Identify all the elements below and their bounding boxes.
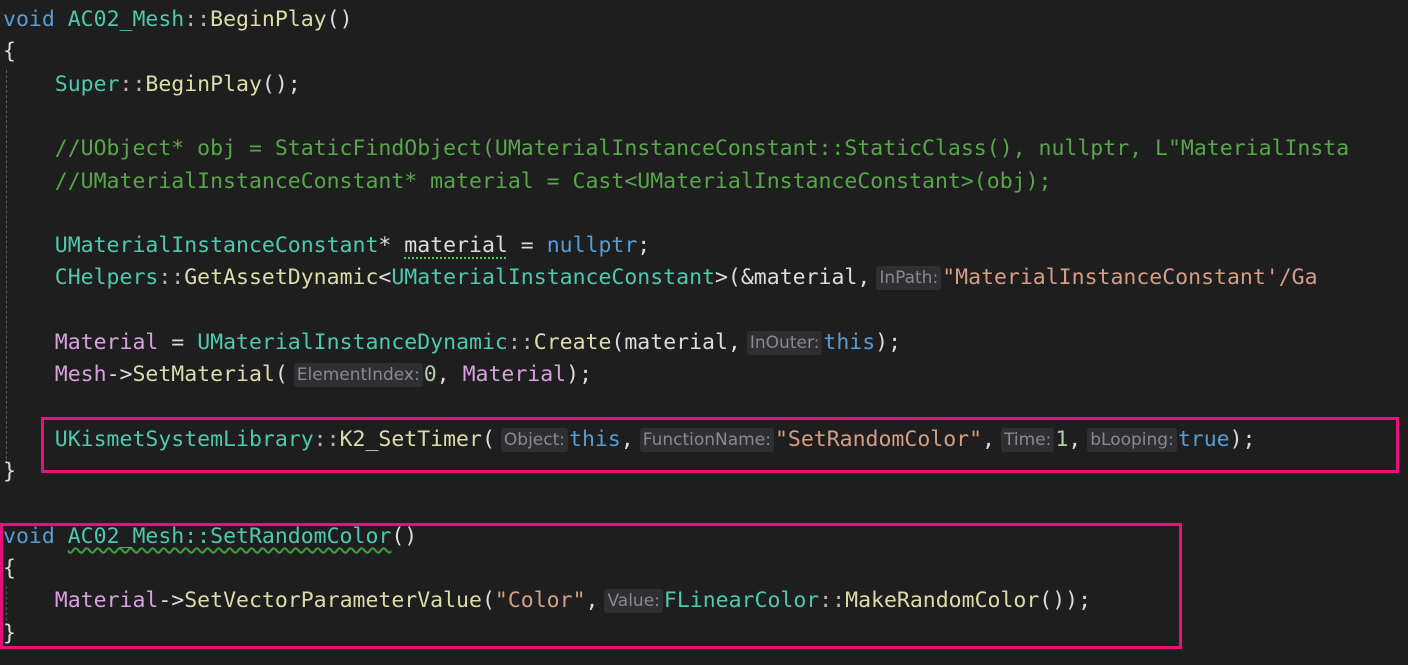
code-token: Material xyxy=(462,362,567,388)
code-token: GetAssetDynamic xyxy=(184,265,379,291)
code-token: nullptr xyxy=(546,233,638,259)
code-token: = xyxy=(507,233,547,259)
code-line[interactable]: Mesh->SetMaterial(ElementIndex: 0, Materi… xyxy=(3,359,592,391)
code-line[interactable]: //UMaterialInstanceConstant* material = … xyxy=(3,166,1052,198)
code-token: < xyxy=(378,265,392,291)
code-line[interactable]: Material = UMaterialInstanceDynamic::Cre… xyxy=(3,327,901,359)
code-token: BeginPlay xyxy=(210,7,327,32)
code-line[interactable]: void AC02_Mesh::BeginPlay() xyxy=(3,4,353,36)
code-token: UMaterialInstanceConstant xyxy=(54,233,379,259)
highlight-box-set-timer xyxy=(41,417,1399,473)
code-token: } xyxy=(3,459,16,485)
code-token: material xyxy=(404,233,508,259)
code-line[interactable]: } xyxy=(3,456,16,488)
code-token: ; xyxy=(637,233,651,259)
code-token: SetMaterial xyxy=(132,362,275,388)
code-token: ); xyxy=(566,362,593,388)
code-token: ); xyxy=(875,330,902,355)
code-token: UMaterialInstanceConstant xyxy=(391,265,715,291)
code-token: (); xyxy=(261,71,301,97)
code-editor[interactable]: void AC02_Mesh::BeginPlay(){ Super::Begi… xyxy=(0,0,1408,665)
code-line[interactable]: CHelpers::GetAssetDynamic<UMaterialInsta… xyxy=(3,262,1318,294)
parameter-hint: InPath: xyxy=(876,266,942,291)
code-token: Material xyxy=(54,330,159,355)
code-token: :: xyxy=(119,71,146,97)
code-token: //UMaterialInstanceConstant* material = … xyxy=(54,168,1052,194)
code-token: Create xyxy=(533,330,612,355)
code-token: CHelpers xyxy=(54,265,159,291)
code-token: this xyxy=(823,330,876,355)
code-token: = xyxy=(158,330,198,355)
code-token: void xyxy=(3,7,55,32)
code-token: //UObject* obj = StaticFindObject(UMater… xyxy=(54,136,1350,162)
parameter-hint: InOuter: xyxy=(746,331,823,355)
code-token: 0 xyxy=(423,362,437,388)
code-token: :: xyxy=(158,265,185,291)
code-line[interactable]: //UObject* obj = StaticFindObject(UMater… xyxy=(3,133,1349,165)
code-line[interactable]: UMaterialInstanceConstant* material = nu… xyxy=(3,230,650,262)
code-token: Mesh xyxy=(54,362,107,388)
code-token: , xyxy=(436,362,463,388)
parameter-hint: ElementIndex: xyxy=(293,363,423,388)
code-token: () xyxy=(326,7,353,32)
highlight-box-set-random-color xyxy=(0,523,1182,649)
code-token: >(&material, xyxy=(714,265,871,291)
code-token: (material, xyxy=(611,330,741,355)
code-token: -> xyxy=(106,362,133,388)
code-token: UMaterialInstanceDynamic xyxy=(197,330,508,355)
code-token: "MaterialInstanceConstant'/Ga xyxy=(942,265,1318,291)
code-token: :: xyxy=(184,7,211,32)
code-line[interactable]: Super::BeginPlay(); xyxy=(3,69,301,101)
code-token: :: xyxy=(507,330,534,355)
code-token: * xyxy=(378,233,405,259)
code-token: AC02_Mesh xyxy=(67,7,185,32)
code-token: { xyxy=(3,39,16,65)
code-token: Super xyxy=(54,71,120,97)
code-token: ( xyxy=(274,362,288,388)
code-line[interactable]: { xyxy=(3,36,16,68)
code-token: BeginPlay xyxy=(145,71,262,97)
